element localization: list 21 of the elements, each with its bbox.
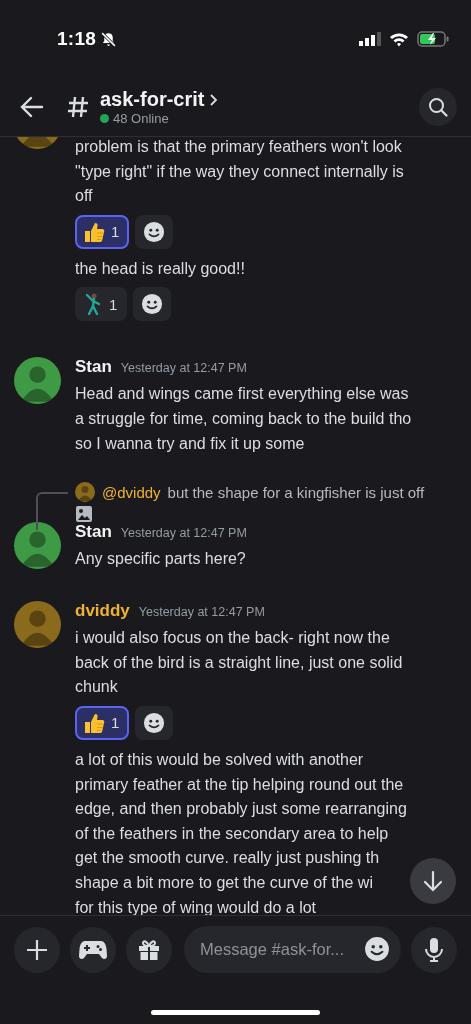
message-text: i would also focus on the back- right now the back of the bird is a straight line, just one solid chunk [75, 628, 403, 698]
username[interactable]: dviddy [75, 601, 130, 622]
timestamp: Yesterday at 12:47 PM [120, 526, 247, 541]
message-text: the head is really good!! [75, 258, 245, 279]
reaction-button[interactable]: 1 [75, 214, 130, 249]
message-text: a lot of this would be solved with another primary feather at the tip helping round out the edge, and then probably just some rearranging of the feathers in the secondary area to help get the smooth curve. really just pushing th shape a bit more to get the curve of the wi for this type of wing would do a lot [75, 749, 407, 915]
reaction-button[interactable]: 1 [75, 705, 130, 740]
message-text: Head and wings came first everything else was a struggle for time, coming back to the build tho so I wanna try and fix it up some [75, 384, 412, 454]
timestamp: Yesterday at 12:47 PM [120, 361, 247, 376]
message-text: problem is that the primary feathers won't look "type right" if the way they connect internally is off [75, 137, 404, 207]
message-input-field[interactable]: Message #ask-for... [184, 926, 401, 973]
online-count: 48 Online [100, 111, 169, 126]
message-text: Any specific parts here? [75, 549, 246, 570]
username[interactable]: Stan [75, 357, 112, 378]
reaction-button[interactable]: 1 [75, 287, 128, 322]
timestamp: Yesterday at 12:47 PM [138, 605, 265, 620]
username[interactable]: Stan [75, 522, 112, 543]
reply-mention[interactable]: @dviddy [102, 483, 161, 501]
channel-title[interactable]: ask-for-crit [100, 88, 205, 111]
status-time: 1:18 [57, 28, 97, 50]
reply-preview-text[interactable]: but the shape for a kingfisher is just off [167, 483, 425, 501]
